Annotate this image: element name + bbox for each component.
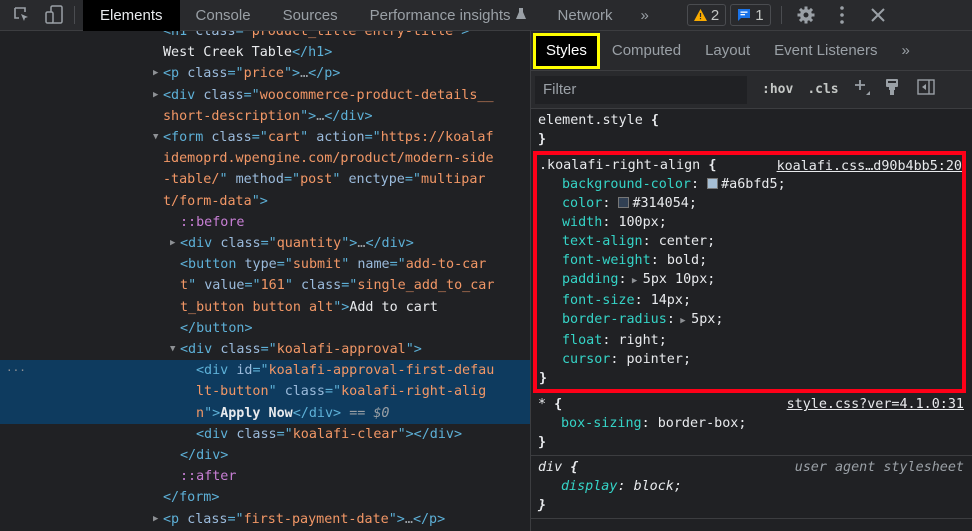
- tree-node-p-first-payment-date[interactable]: ▶ <p class="first-payment-date">…</p>: [0, 509, 530, 530]
- expand-shorthand-icon[interactable]: ▶: [627, 276, 643, 286]
- collapse-arrow-icon[interactable]: ▼: [170, 339, 175, 360]
- property-font-weight[interactable]: font-weight: bold;: [539, 251, 960, 270]
- tab-computed[interactable]: Computed: [600, 31, 693, 70]
- messages-count: 1: [755, 6, 764, 24]
- tree-node-before[interactable]: ::before: [0, 212, 530, 233]
- tree-node-div-koalafi-clear[interactable]: <div class="koalafi-clear"></div>: [0, 424, 530, 445]
- tree-node-form-cart[interactable]: ▼ <form class="cart" action="https://koal…: [0, 127, 530, 148]
- tree-node-h1-text[interactable]: West Creek Table</h1>: [0, 42, 530, 63]
- warnings-count: 2: [710, 6, 720, 24]
- tab-performance-insights[interactable]: Performance insights: [354, 0, 530, 31]
- property-font-size[interactable]: font-size: 14px;: [539, 291, 960, 310]
- tree-node-div-koalafi-approval[interactable]: ▼ <div class="koalafi-approval">: [0, 339, 530, 360]
- more-tabs-button[interactable]: »: [629, 0, 661, 31]
- device-toggle-icon[interactable]: [42, 3, 66, 27]
- toggle-sidebar-icon[interactable]: [912, 79, 940, 100]
- collapse-arrow-icon[interactable]: ▼: [153, 127, 158, 148]
- flask-icon: [515, 7, 526, 24]
- property-float[interactable]: float: right;: [539, 331, 960, 350]
- expand-arrow-icon[interactable]: ▶: [170, 233, 175, 254]
- highlighted-rule-box: .koalafi-right-align {koalafi.css…d90b4b…: [533, 151, 966, 393]
- selected-node-line3: n">Apply Now</div> == $0: [196, 405, 390, 421]
- tab-sources[interactable]: Sources: [267, 0, 354, 31]
- messages-badge[interactable]: 1: [730, 4, 771, 26]
- tab-performance-insights-label: Performance insights: [369, 6, 511, 24]
- message-icon: [738, 9, 751, 21]
- user-agent-label: user agent stylesheet: [794, 460, 964, 475]
- selected-node-line2: lt-button" class="koalafi-right-alig: [196, 384, 487, 400]
- rule-element-style[interactable]: element.style { }: [531, 109, 972, 151]
- filter-input[interactable]: [535, 75, 747, 104]
- property-display[interactable]: display: block;: [538, 477, 965, 496]
- property-border-radius[interactable]: border-radius: ▶ 5px;: [539, 310, 960, 331]
- rule-source-link[interactable]: koalafi.css…d90b4bb5:20: [777, 157, 962, 176]
- tree-node-form-cart-cont3[interactable]: t/form-data">: [0, 191, 530, 212]
- selected-node-line1: <div id="koalafi-approval-first-defau: [196, 363, 495, 379]
- color-swatch[interactable]: [707, 178, 719, 189]
- warning-icon: [693, 9, 707, 21]
- tree-node-button-cont2[interactable]: t_button button alt">Add to cart: [0, 297, 530, 318]
- rule-div-user-agent[interactable]: div {user agent stylesheet display: bloc…: [531, 456, 972, 519]
- property-width[interactable]: width: 100px;: [539, 213, 960, 232]
- new-style-rule-icon[interactable]: [848, 78, 876, 101]
- tree-node-after[interactable]: ::after: [0, 466, 530, 487]
- tree-node-button-cont1[interactable]: t" value="161" class="single_add_to_car: [0, 275, 530, 296]
- devtools-toolbar: Elements Console Sources Performance ins…: [0, 0, 972, 31]
- tab-styles[interactable]: Styles: [533, 32, 600, 69]
- tree-node-button-close[interactable]: </button>: [0, 318, 530, 339]
- warnings-badge[interactable]: 2: [686, 4, 727, 26]
- tree-node-div-quantity[interactable]: ▶ <div class="quantity">…</div>: [0, 233, 530, 254]
- tree-node-form-cart-cont2[interactable]: -table/" method="post" enctype="multipar: [0, 169, 530, 190]
- tree-node-p-price[interactable]: ▶ <p class="price">…</p>: [0, 63, 530, 84]
- tab-console[interactable]: Console: [180, 0, 267, 31]
- property-padding[interactable]: padding: ▶ 5px 10px;: [539, 270, 960, 291]
- tree-node-div-short-description-cont[interactable]: short-description">…</div>: [0, 106, 530, 127]
- tree-node-button-add-to-cart[interactable]: <button type="submit" name="add-to-car: [0, 254, 530, 275]
- expand-arrow-icon[interactable]: ▶: [153, 509, 158, 530]
- tree-node-form-close[interactable]: </form>: [0, 487, 530, 508]
- more-subtabs-button[interactable]: »: [890, 31, 922, 70]
- property-cursor[interactable]: cursor: pointer;: [539, 350, 960, 369]
- property-text-align[interactable]: text-align: center;: [539, 232, 960, 251]
- property-box-sizing[interactable]: box-sizing: border-box;: [538, 414, 965, 433]
- close-icon[interactable]: [864, 1, 892, 29]
- rule-universal[interactable]: * {style.css?ver=4.1.0:31 box-sizing: bo…: [531, 393, 972, 456]
- property-color[interactable]: color: #314054;: [539, 194, 960, 213]
- expand-shorthand-icon[interactable]: ▶: [675, 316, 691, 326]
- tree-node-div-close[interactable]: </div>: [0, 445, 530, 466]
- tab-elements[interactable]: Elements: [83, 0, 180, 31]
- toolbar-divider: [74, 6, 75, 24]
- tree-node-form-cart-cont1[interactable]: idemoprd.wpengine.com/product/modern-sid…: [0, 148, 530, 169]
- toolbar-divider-right: [780, 6, 782, 24]
- styles-subtabs: Styles Computed Layout Event Listeners »: [531, 31, 972, 71]
- tree-node-h1[interactable]: <h1 class="product_title entry-title">: [0, 31, 530, 42]
- rule-koalafi-right-align[interactable]: .koalafi-right-align {koalafi.css…d90b4b…: [537, 155, 962, 389]
- kebab-menu-icon[interactable]: [828, 1, 856, 29]
- tab-layout[interactable]: Layout: [693, 31, 762, 70]
- gear-icon[interactable]: [792, 1, 820, 29]
- inspect-icon[interactable]: [10, 3, 34, 27]
- property-background-color[interactable]: background-color: #a6bfd5;: [539, 175, 960, 194]
- selected-node-apply-now[interactable]: ··· <div id="koalafi-approval-first-defa…: [0, 360, 530, 424]
- cls-button[interactable]: .cls: [802, 82, 843, 97]
- rule-source-link[interactable]: style.css?ver=4.1.0:31: [787, 395, 964, 414]
- tab-network[interactable]: Network: [530, 0, 629, 31]
- elements-tree[interactable]: <h1 class="product_title entry-title"> W…: [0, 31, 530, 531]
- color-swatch[interactable]: [618, 197, 630, 208]
- paint-brush-icon[interactable]: [878, 78, 906, 101]
- expand-arrow-icon[interactable]: ▶: [153, 85, 158, 106]
- styles-panel: Styles Computed Layout Event Listeners »…: [530, 31, 972, 531]
- hov-button[interactable]: :hov: [757, 82, 798, 97]
- expand-arrow-icon[interactable]: ▶: [153, 63, 158, 84]
- tab-event-listeners[interactable]: Event Listeners: [762, 31, 889, 70]
- styles-filter-bar: :hov .cls: [531, 71, 972, 109]
- tree-node-div-short-description[interactable]: ▶ <div class="woocommerce-product-details…: [0, 85, 530, 106]
- style-rules: element.style { } .koalafi-right-align {…: [531, 109, 972, 519]
